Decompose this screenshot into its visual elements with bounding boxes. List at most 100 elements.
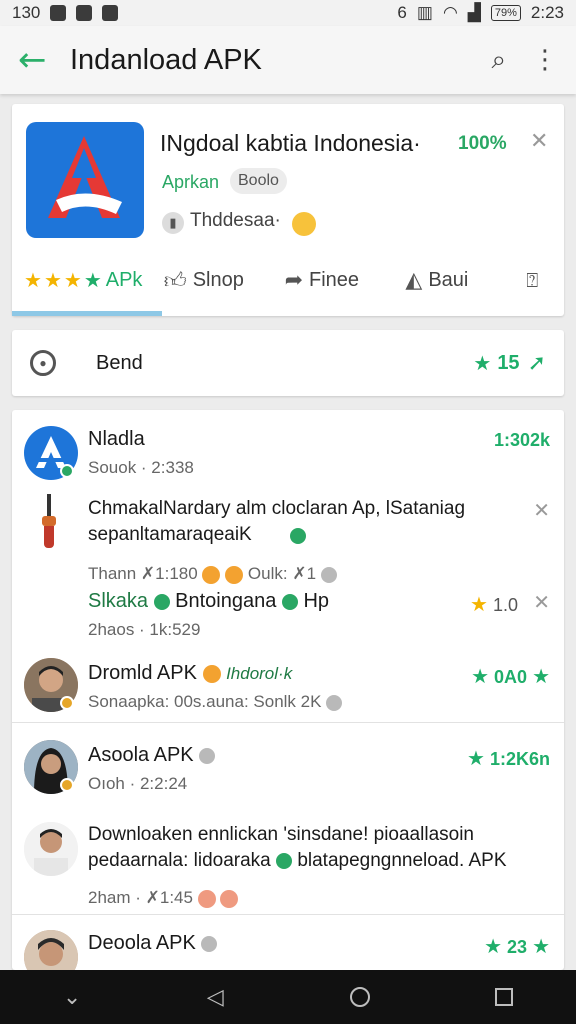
back-triangle-icon[interactable]: ◁	[207, 985, 224, 1010]
item-text-a: Slkaka	[88, 590, 149, 612]
developer-icon: ▮	[162, 212, 184, 234]
star-icon: ★	[24, 268, 42, 292]
item-name-text: Dromld APK	[88, 662, 197, 684]
list-item[interactable]: Dromld APK Ihdorol·k Sonaapka: 00s.auna:…	[12, 658, 564, 722]
emoji-icon	[153, 593, 170, 610]
close-icon[interactable]: ✕	[533, 590, 550, 615]
home-icon[interactable]	[349, 987, 370, 1007]
app-title: INgdoal kabtia Indonesia·	[160, 130, 421, 156]
system-nav-bar: ⌄ ◁	[0, 970, 576, 1024]
download-percent: 100%	[458, 133, 507, 154]
list-item[interactable]: Slkaka Bntoingana Hp 2haos · 1k:529 ★ 1.…	[12, 590, 564, 654]
star-icon: ★	[43, 268, 62, 292]
brush-icon	[42, 494, 56, 558]
divider	[12, 722, 564, 723]
trend-icon: ●	[30, 350, 56, 376]
emoji-icon	[320, 566, 337, 583]
badge-icon	[60, 696, 74, 710]
page-title: Indanload APK	[70, 43, 262, 76]
vibrate-icon: ▥	[416, 3, 433, 22]
item-name: Asoola APK	[88, 744, 216, 767]
verified-badge-icon	[60, 464, 74, 478]
feed-list: Nladla Souok · 2:338 1:302k ChmakalNarda…	[12, 410, 564, 970]
signal-icon: ▟	[467, 3, 481, 22]
item-name-text: Asoola APK	[88, 744, 194, 766]
list-item[interactable]: Deoola APK ★ 23 ★	[12, 928, 564, 970]
status-mark: 6	[397, 3, 407, 22]
star-icon: ★	[83, 268, 102, 292]
verified-icon	[199, 747, 216, 764]
wifi-icon: ◠	[442, 3, 458, 22]
send-icon: ◭	[405, 267, 423, 293]
notification-icon	[76, 5, 93, 21]
item-meta-text: Thann ✗1:180	[88, 564, 198, 583]
item-name: Deoola APK	[88, 932, 218, 955]
divider	[12, 914, 564, 915]
share-icon: ➦	[284, 267, 303, 293]
star-icon: ★	[467, 746, 485, 770]
notification-icon	[102, 5, 119, 21]
list-item[interactable]: Nladla Souok · 2:338 1:302k	[12, 424, 564, 494]
emoji-icon	[326, 694, 343, 711]
star-icon: ★	[471, 664, 489, 688]
send-button[interactable]: ◭ Baui	[405, 268, 526, 293]
status-time-left: 130	[12, 3, 41, 22]
star-icon: ★	[470, 592, 488, 616]
recents-icon[interactable]	[495, 988, 514, 1006]
app-bar: ← Indanload APK ⌕ ⋮	[0, 26, 576, 94]
item-name: Nladla	[88, 428, 145, 450]
app-chip[interactable]: Boolo	[230, 168, 287, 194]
search-icon[interactable]: ⌕	[491, 45, 506, 76]
item-rating: ★ 1.0	[470, 592, 518, 616]
star-icon: ★	[63, 268, 82, 292]
item-text-b: Bntoingana	[175, 590, 277, 612]
arrow-left-icon[interactable]: ←	[18, 40, 70, 80]
item-name: Dromld APK Ihdorol·k	[88, 662, 292, 685]
report-icon[interactable]: ⍰	[526, 268, 564, 292]
avatar[interactable]	[24, 930, 78, 970]
item-meta: Thann ✗1:180 Oulk: ✗1	[88, 564, 337, 584]
close-icon[interactable]: ✕	[530, 128, 548, 154]
status-time: 2:23	[530, 3, 564, 22]
avatar[interactable]	[24, 822, 78, 876]
item-count-value: 23	[507, 937, 528, 957]
pin-icon[interactable]: ➚	[528, 351, 546, 376]
app-card[interactable]: INgdoal kabtia Indonesia· 100% ✕ Aprkan …	[12, 104, 564, 316]
list-item[interactable]: Asoola APK Oıoh · 2:2:24 ★ 1:2K6n	[12, 740, 564, 804]
item-meta: 2haos · 1k:529	[88, 620, 201, 639]
emoji-icon	[290, 528, 306, 544]
smile-emoji-icon	[292, 212, 316, 236]
trend-label: Bend	[96, 351, 143, 374]
share-button[interactable]: ➦ Finee	[285, 268, 406, 293]
item-meta: Sonaapka: 00s.auna: Sonlk 2K	[88, 692, 343, 712]
star-icon: ★	[532, 664, 550, 688]
item-count-value: 0A0	[494, 667, 528, 687]
trend-card[interactable]: ● Bend ★ 15 ➚	[12, 330, 564, 396]
more-vert-icon[interactable]: ⋮	[532, 45, 558, 76]
star-icon: ★	[532, 934, 550, 958]
developer-name[interactable]: Thddesaa·	[190, 210, 281, 232]
star-icon: ★	[473, 351, 492, 375]
list-item[interactable]: Downloaken ennlickan 'sinsdane! pioaalla…	[12, 820, 564, 910]
rating[interactable]: ★ ★ ★ ★ APk	[12, 268, 164, 292]
emoji-icon	[276, 852, 293, 869]
list-item[interactable]: ChmakalNardary alm cloclaran Ap, lSatani…	[12, 494, 564, 584]
app-logo	[26, 122, 144, 238]
person-avatar	[24, 930, 78, 970]
verified-icon	[201, 935, 218, 952]
like-button[interactable]: 👍︎ Slnop	[164, 267, 285, 294]
emoji-icon	[202, 565, 221, 584]
share-label: Finee	[309, 268, 360, 291]
item-meta: Souok · 2:338	[88, 458, 194, 477]
item-count: ★ 0A0 ★	[471, 664, 550, 688]
item-count: ★ 1:2K6n	[467, 746, 550, 770]
app-logo-mark	[48, 136, 122, 218]
item-rating-value: 1.0	[492, 595, 518, 615]
item-tag: Ihdorol·k	[226, 664, 293, 683]
emoji-icon	[281, 593, 298, 610]
app-category[interactable]: Aprkan	[162, 172, 219, 193]
item-meta-text: Sonaapka: 00s.auna: Sonlk 2K	[88, 692, 322, 711]
close-icon[interactable]: ✕	[533, 498, 550, 523]
item-meta-text: Oulk: ✗1	[247, 564, 317, 583]
chevron-down-icon[interactable]: ⌄	[63, 985, 81, 1010]
